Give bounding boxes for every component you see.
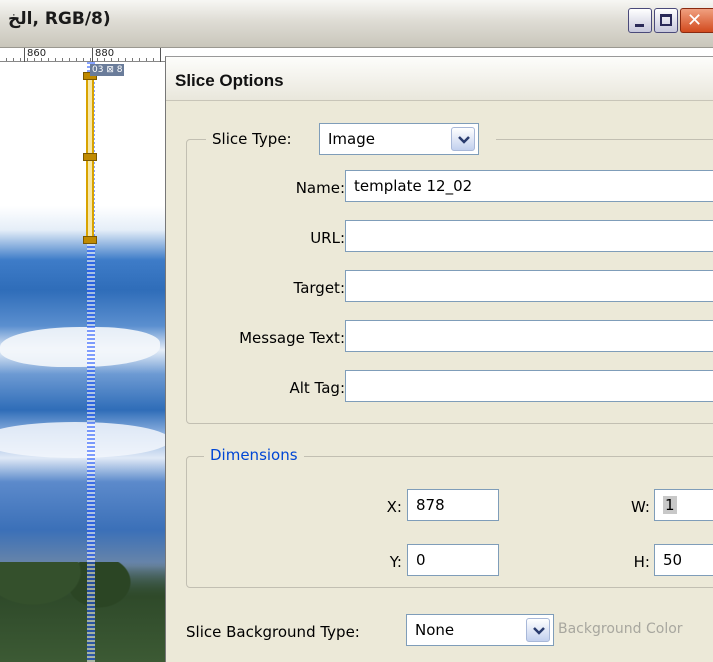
w-value: 1 [663,496,677,514]
name-field[interactable]: template 12_02 [345,170,713,202]
background-type-value: None [415,621,455,639]
slice-handle-middle[interactable] [83,153,97,161]
y-label: Y: [389,553,402,571]
ruler-label-860: 860 [27,48,47,59]
target-label: Target: [293,279,345,297]
message-text-field[interactable] [345,320,713,352]
x-field[interactable]: 878 [407,489,499,521]
cloud-shape [0,327,160,367]
message-text-label: Message Text: [239,329,345,347]
background-color-label: Background Color [558,621,683,637]
minimize-icon [635,24,644,27]
url-label: URL: [310,229,345,247]
slice-handle-bottom[interactable] [83,236,97,244]
trees-shape [0,562,165,662]
dialog-title: Slice Options [175,71,284,90]
close-icon: ✕ [687,10,703,31]
h-field[interactable]: 50 [654,544,713,576]
alt-tag-field[interactable] [345,370,713,402]
close-button[interactable]: ✕ [680,8,713,33]
slice-badge: 03 ⊠ 8 [90,64,125,76]
alt-tag-label: Alt Tag: [289,379,345,397]
ruler-tick [160,48,161,62]
w-label: W: [630,498,650,516]
document-title-bar[interactable]: الخ, RGB/8) ✕ [0,0,713,48]
y-field[interactable]: 0 [407,544,499,576]
slice-type-label: Slice Type: [212,130,292,148]
w-field[interactable]: 1 [654,489,713,521]
ruler-tick [24,48,25,62]
dialog-title-bar[interactable]: Slice Options [166,57,713,101]
slice-options-dialog: Slice Options Slice Type: Image Name: te… [165,56,713,662]
slice-type-row: Slice Type: Image [206,123,496,155]
chevron-down-icon[interactable] [451,127,475,151]
slice-type-value: Image [328,130,375,148]
url-field[interactable] [345,220,713,252]
document-title: الخ, RGB/8) [8,9,111,29]
ruler-tick [92,48,93,62]
target-field[interactable] [345,270,713,302]
image-canvas[interactable]: 03 ⊠ 8 [0,62,165,662]
ruler-label-880: 880 [95,48,115,59]
cloud-shape [0,422,165,458]
background-type-select[interactable]: None [406,614,554,646]
maximize-button[interactable] [654,8,678,33]
x-label: X: [386,498,402,516]
slice-background-type-label: Slice Background Type: [186,623,360,641]
slice-type-select[interactable]: Image [319,123,479,155]
h-label: H: [633,553,650,571]
chevron-down-icon[interactable] [526,618,550,642]
maximize-icon [660,14,672,26]
dimensions-legend: Dimensions [204,446,304,464]
minimize-button[interactable] [628,8,652,33]
name-label: Name: [295,179,345,197]
